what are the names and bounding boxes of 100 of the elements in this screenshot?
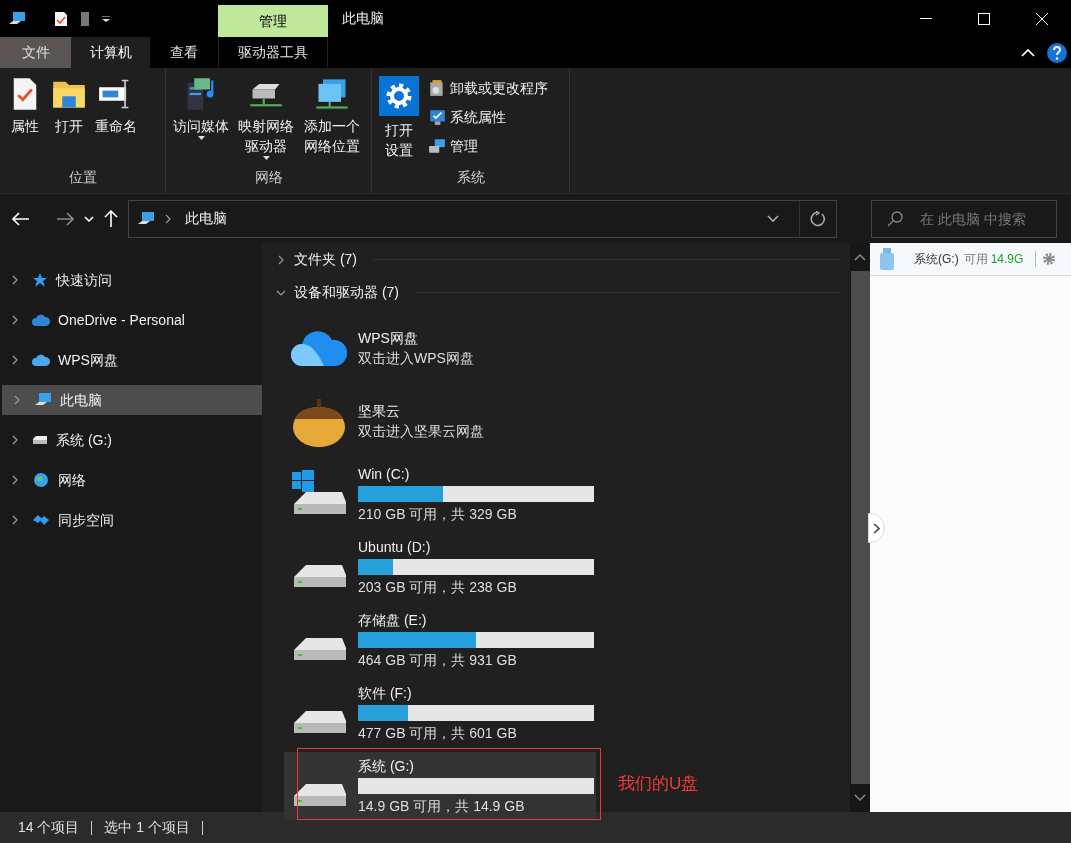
search-field[interactable]: 在 此电脑 中搜索 — [871, 199, 1057, 238]
forward-arrow-icon[interactable] — [56, 211, 74, 226]
document-check-icon[interactable] — [54, 10, 68, 27]
usb-drive-icon — [880, 248, 894, 270]
sync-icon — [32, 513, 50, 527]
nav-item[interactable]: OneDrive - Personal — [0, 305, 262, 335]
drive-tile[interactable]: 软件 (F:) 477 GB 可用，共 601 GB — [284, 679, 596, 747]
ribbon-tab[interactable]: 计算机 — [71, 37, 150, 68]
breadcrumb-text[interactable]: 此电脑 — [185, 208, 227, 229]
up-arrow-icon[interactable] — [104, 209, 118, 228]
expand-panel-button[interactable] — [868, 513, 885, 543]
nav-item[interactable]: WPS网盘 — [0, 345, 262, 375]
drive-tile[interactable]: 坚果云 双击进入坚果云网盘 — [284, 387, 596, 455]
ribbon-button[interactable]: 重命名 — [92, 76, 140, 136]
network-monitor-icon — [314, 76, 350, 112]
nav-item[interactable]: 快速访问 — [0, 265, 262, 295]
drive-name: Win (C:) — [358, 465, 411, 484]
annotation-text: 我们的U盘 — [618, 773, 699, 795]
search-icon — [887, 210, 903, 227]
drive-name: WPS网盘 — [358, 329, 419, 348]
back-arrow-icon[interactable] — [12, 211, 30, 226]
expand-chevron-icon[interactable] — [10, 435, 20, 445]
ribbon-button[interactable]: 访问媒体 — [170, 76, 232, 140]
scroll-up-icon[interactable] — [854, 253, 866, 261]
drive-name: Ubuntu (D:) — [358, 538, 432, 557]
help-icon[interactable] — [1047, 42, 1067, 63]
drive-name: 存储盘 (E:) — [358, 611, 428, 630]
nav-item[interactable]: 此电脑 — [2, 385, 262, 415]
file-tab[interactable]: 文件 — [0, 37, 71, 68]
collapse-ribbon-icon[interactable] — [1021, 47, 1035, 58]
ribbon-group-label: 网络 — [253, 168, 284, 187]
drive-info: 双击进入WPS网盘 — [358, 349, 474, 368]
address-bar[interactable]: 此电脑 — [128, 199, 837, 238]
breadcrumb-chevron-icon[interactable] — [163, 213, 173, 224]
drive-tile[interactable]: 系统 (G:) 14.9 GB 可用，共 14.9 GB — [284, 752, 596, 820]
caret-icon[interactable] — [102, 15, 110, 22]
usb-status-bar: 系统(G:) 可用 14.9G — [870, 243, 1071, 276]
expand-chevron-icon[interactable] — [10, 515, 20, 525]
ribbon-small-button[interactable]: 管理 — [428, 134, 548, 158]
computer-icon — [8, 10, 26, 27]
ribbon-button[interactable]: 添加一个网络位置 — [300, 76, 364, 156]
nav-item[interactable]: 同步空间 — [0, 505, 262, 535]
close-icon[interactable] — [1036, 12, 1048, 25]
globe-icon — [32, 472, 50, 488]
ribbon-button[interactable]: 映射网络驱动器 — [234, 76, 298, 160]
context-tab-header: 管理 — [218, 5, 328, 37]
status-text: 选中 1 个项目 — [104, 818, 191, 837]
cloud-icon — [32, 313, 50, 327]
status-text: 14 个项目 — [18, 818, 80, 837]
group-header[interactable]: 设备和驱动器 (7) — [274, 276, 840, 309]
drive-icon — [294, 711, 346, 733]
program-box-icon — [428, 79, 446, 97]
ribbon-group-label: 位置 — [67, 168, 98, 187]
expand-chevron-icon[interactable] — [12, 395, 22, 405]
group-header[interactable]: 文件夹 (7) — [274, 243, 840, 276]
drive-name: 系统 (G:) — [358, 757, 415, 776]
drive-info: 双击进入坚果云网盘 — [358, 422, 484, 441]
drive-icon — [294, 784, 346, 806]
ribbon-button[interactable]: 打开 — [48, 76, 90, 136]
settings-icon[interactable] — [1042, 252, 1057, 266]
drive-info: 14.9 GB 可用，共 14.9 GB — [358, 797, 526, 816]
expand-chevron-icon[interactable] — [10, 275, 20, 285]
drive-info: 210 GB 可用，共 329 GB — [358, 505, 518, 524]
nav-item[interactable]: 系统 (G:) — [0, 425, 262, 455]
cloud-icon — [290, 328, 348, 368]
ribbon-button[interactable]: 属性 — [4, 76, 46, 136]
ribbon-small-button[interactable]: 卸载或更改程序 — [428, 76, 548, 100]
nav-item[interactable]: 网络 — [0, 465, 262, 495]
ribbon-group-label: 系统 — [455, 168, 486, 187]
drive-icon — [32, 435, 48, 445]
refresh-icon[interactable] — [810, 210, 826, 227]
expand-chevron-icon[interactable] — [10, 475, 20, 485]
star-icon — [32, 272, 48, 288]
computer-icon — [137, 210, 155, 227]
computer-manage-icon — [428, 137, 446, 155]
drive-icon — [294, 492, 346, 514]
drive-icon — [294, 638, 346, 660]
chevron-right-icon — [873, 522, 880, 534]
drive-info: 477 GB 可用，共 601 GB — [358, 724, 518, 743]
expand-chevron-icon[interactable] — [10, 355, 20, 365]
chevron-down-icon[interactable] — [767, 214, 779, 223]
scroll-down-icon[interactable] — [854, 794, 866, 802]
drive-icon — [294, 565, 346, 587]
drive-info: 203 GB 可用，共 238 GB — [358, 578, 518, 597]
drive-info: 464 GB 可用，共 931 GB — [358, 651, 518, 670]
ribbon-button[interactable]: 打开设置 — [376, 76, 422, 160]
drive-name: 坚果云 — [358, 402, 401, 421]
drive-tile[interactable]: WPS网盘 双击进入WPS网盘 — [284, 314, 596, 382]
cloud-icon — [32, 353, 50, 367]
drive-name: 软件 (F:) — [358, 684, 413, 703]
ribbon-small-button[interactable]: 系统属性 — [428, 105, 548, 129]
drive-tile[interactable]: Ubuntu (D:) 203 GB 可用，共 238 GB — [284, 533, 596, 601]
group-chevron-icon[interactable] — [276, 254, 286, 265]
monitor-check-icon — [428, 108, 446, 126]
expand-chevron-icon[interactable] — [10, 315, 20, 325]
maximize-icon[interactable] — [978, 12, 990, 25]
computer-icon — [34, 392, 52, 408]
ribbon-tab[interactable]: 驱动器工具 — [218, 37, 328, 68]
drive-tile[interactable]: 存储盘 (E:) 464 GB 可用，共 931 GB — [284, 606, 596, 674]
drive-tile[interactable]: Win (C:) 210 GB 可用，共 329 GB — [284, 460, 596, 528]
